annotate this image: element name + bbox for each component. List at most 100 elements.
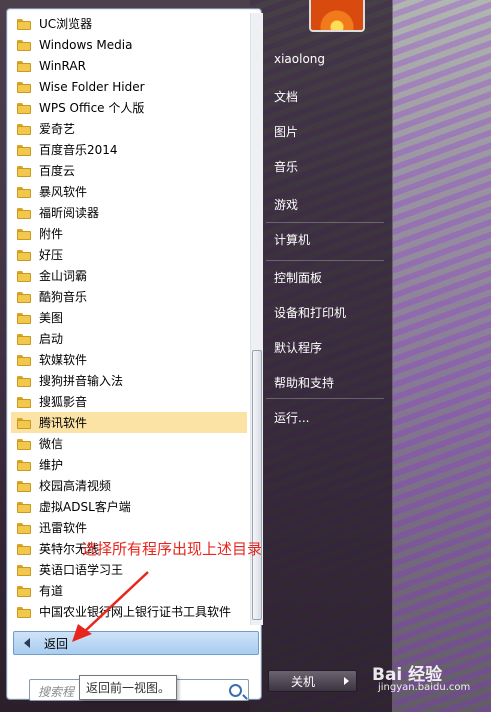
menu-item[interactable]: 图片 — [274, 123, 298, 140]
folder-icon — [17, 564, 31, 576]
folder-icon — [17, 417, 31, 429]
program-folder-label: 虚拟ADSL客户端 — [39, 500, 131, 514]
program-folder-label: 中国农业银行网上银行证书工具软件 — [39, 605, 232, 619]
program-folder-label: 附件 — [39, 227, 64, 241]
program-folder-item[interactable]: 虚拟ADSL客户端 — [11, 496, 247, 517]
folder-icon — [17, 270, 31, 282]
program-folder-item[interactable]: 微信 — [11, 433, 247, 454]
menu-item[interactable]: 音乐 — [274, 158, 298, 175]
folder-icon — [17, 39, 31, 51]
program-folder-label: 搜狐影音 — [39, 395, 88, 409]
watermark-url: jingyan.baidu.com — [378, 682, 471, 693]
user-avatar[interactable] — [309, 0, 365, 32]
menu-item[interactable]: 控制面板 — [274, 269, 322, 286]
program-folder-label: WPS Office 个人版 — [39, 101, 145, 115]
program-folder-item[interactable]: 百度云 — [11, 160, 247, 181]
program-folder-label: UC浏览器 — [39, 17, 93, 31]
menu-item[interactable]: 文档 — [274, 88, 298, 105]
program-folder-item[interactable]: Windows Media — [11, 34, 247, 55]
program-folder-label: Windows Media — [39, 37, 133, 52]
program-folder-item[interactable]: 软媒软件 — [11, 349, 247, 370]
menu-separator — [266, 260, 384, 261]
folder-icon — [17, 102, 31, 114]
all-programs-pane: UC浏览器 Windows Media WinRAR Wise Folder Hide… — [6, 8, 263, 701]
program-folder-label: 搜狗拼音输入法 — [39, 374, 124, 388]
folder-icon — [17, 165, 31, 177]
menu-separator — [266, 222, 384, 223]
folder-icon — [17, 522, 31, 534]
program-folder-label: 有道 — [39, 584, 64, 598]
program-folder-item[interactable]: 附件 — [11, 223, 247, 244]
program-folder-item[interactable]: WPS Office 个人版 — [11, 97, 247, 118]
program-folder-label: WinRAR — [39, 58, 86, 73]
back-arrow-icon — [24, 638, 30, 648]
menu-item[interactable]: 游戏 — [274, 196, 298, 213]
program-folder-item[interactable]: 爱奇艺 — [11, 118, 247, 139]
menu-item[interactable]: 计算机 — [274, 231, 310, 248]
program-folder-item[interactable]: 暴风软件 — [11, 181, 247, 202]
folder-icon — [17, 186, 31, 198]
program-folder-label: 福昕阅读器 — [39, 206, 100, 220]
program-folder-item[interactable]: 搜狐影音 — [11, 391, 247, 412]
back-button[interactable]: 返回 — [13, 631, 259, 655]
program-folder-item[interactable]: 有道 — [11, 580, 247, 601]
program-folder-item[interactable]: UC浏览器 — [11, 13, 247, 34]
program-folder-label: 爱奇艺 — [39, 122, 76, 136]
folder-icon — [17, 18, 31, 30]
folder-icon — [17, 375, 31, 387]
folder-icon — [17, 333, 31, 345]
back-button-label: 返回 — [44, 636, 69, 651]
search-icon[interactable] — [229, 684, 242, 697]
menu-item[interactable]: 设备和打印机 — [274, 304, 346, 321]
folder-icon — [17, 396, 31, 408]
program-folder-label: 微信 — [39, 437, 64, 451]
program-folder-item[interactable]: 金山词霸 — [11, 265, 247, 286]
program-folder-label: 腾讯软件 — [39, 416, 88, 430]
scrollbar-thumb[interactable] — [252, 350, 262, 620]
folder-icon — [17, 585, 31, 597]
program-folder-label: 软媒软件 — [39, 353, 88, 367]
program-folder-label: 酷狗音乐 — [39, 290, 88, 304]
folder-icon — [17, 438, 31, 450]
folder-icon — [17, 459, 31, 471]
program-folder-label: 美图 — [39, 311, 64, 325]
annotation-text: 选择所有程序出现上述目录 — [82, 540, 263, 558]
folder-icon — [17, 81, 31, 93]
menu-item-username[interactable]: xiaolong — [274, 52, 325, 66]
program-folder-item[interactable]: Wise Folder Hider — [11, 76, 247, 97]
program-folder-item[interactable]: 搜狗拼音输入法 — [11, 370, 247, 391]
menu-item[interactable]: 运行... — [274, 409, 309, 426]
program-folder-label: 百度云 — [39, 164, 76, 178]
program-folder-item[interactable]: 英语口语学习王 — [11, 559, 247, 580]
search-placeholder: 搜索程 — [38, 685, 75, 699]
folder-icon — [17, 144, 31, 156]
shutdown-button[interactable]: 关机 — [268, 670, 338, 692]
folder-icon — [17, 543, 31, 555]
program-folder-item[interactable]: 百度音乐2014 — [11, 139, 247, 160]
program-folder-item[interactable]: 腾讯软件 — [11, 412, 247, 433]
program-folder-item[interactable]: 启动 — [11, 328, 247, 349]
scrollbar[interactable] — [250, 13, 263, 625]
menu-item[interactable]: 默认程序 — [274, 339, 322, 356]
program-folder-label: 金山词霸 — [39, 269, 88, 283]
folder-icon — [17, 606, 31, 618]
program-folder-label: 维护 — [39, 458, 64, 472]
program-folder-item[interactable]: 中国农业银行网上银行证书工具软件 — [11, 601, 247, 622]
shutdown-options-arrow-icon[interactable] — [336, 670, 357, 692]
program-folder-label: 百度音乐2014 — [39, 143, 118, 157]
folder-icon — [17, 480, 31, 492]
program-folder-label: 好压 — [39, 248, 64, 262]
program-folder-item[interactable]: 迅雷软件 — [11, 517, 247, 538]
program-folder-item[interactable]: 酷狗音乐 — [11, 286, 247, 307]
program-folder-label: 迅雷软件 — [39, 521, 88, 535]
program-folder-label: 启动 — [39, 332, 64, 346]
menu-item[interactable]: 帮助和支持 — [274, 374, 334, 391]
program-folder-item[interactable]: 好压 — [11, 244, 247, 265]
program-folder-item[interactable]: 维护 — [11, 454, 247, 475]
program-folder-item[interactable]: 美图 — [11, 307, 247, 328]
back-tooltip: 返回前一视图。 — [79, 675, 178, 700]
folder-icon — [17, 291, 31, 303]
program-folder-item[interactable]: 校园高清视频 — [11, 475, 247, 496]
program-folder-item[interactable]: 福昕阅读器 — [11, 202, 247, 223]
program-folder-item[interactable]: WinRAR — [11, 55, 247, 76]
